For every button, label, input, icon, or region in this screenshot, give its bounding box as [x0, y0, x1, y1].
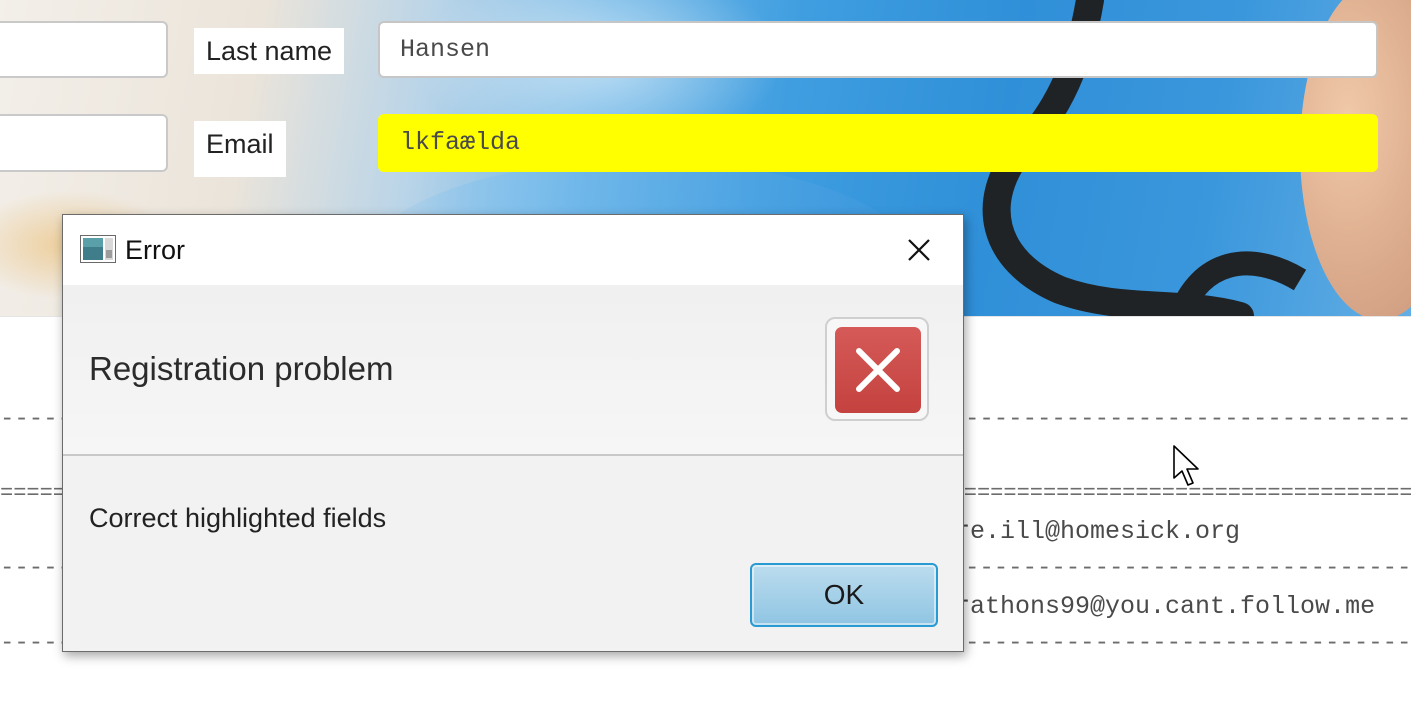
- last-name-input[interactable]: Hansen: [378, 21, 1378, 78]
- table-cell-email: re.ill@homesick.org: [955, 517, 1241, 546]
- ok-button[interactable]: OK: [750, 563, 938, 627]
- dialog-header: Registration problem: [63, 285, 963, 456]
- first-name-input[interactable]: [0, 21, 168, 78]
- email-input[interactable]: lkfaælda: [378, 114, 1378, 172]
- last-name-label: Last name: [194, 28, 345, 74]
- dialog-header-text: Registration problem: [89, 350, 394, 387]
- phone-input[interactable]: [0, 114, 168, 172]
- dialog-title: Error: [125, 235, 185, 265]
- error-dialog: Error Registration problem Correct highl…: [62, 214, 964, 652]
- error-icon-frame: [825, 317, 929, 421]
- email-label: Email: [194, 121, 286, 177]
- close-button[interactable]: [897, 229, 941, 271]
- close-icon: [908, 239, 930, 261]
- dialog-message: Correct highlighted fields: [89, 503, 387, 533]
- dialog-titlebar[interactable]: Error: [63, 215, 963, 285]
- app-window-icon: [80, 235, 116, 263]
- error-icon: [835, 327, 921, 413]
- mouse-cursor-icon: [1173, 445, 1199, 486]
- table-cell-email: rathons99@you.cant.follow.me: [955, 592, 1376, 621]
